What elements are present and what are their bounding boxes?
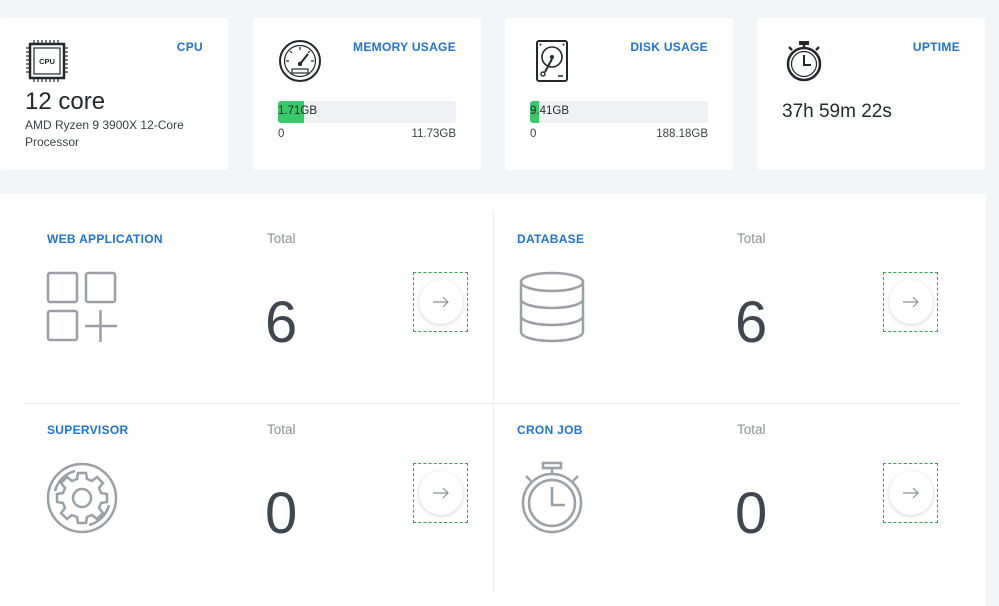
cron-job-open-button[interactable] [883,463,938,523]
cron-job-card: CRON JOB Total 0 [495,385,938,575]
database-title: DATABASE [517,232,585,246]
gauge-icon [279,40,321,82]
disk-usage-bar: 9.41GB [530,101,708,123]
arrow-right-icon [432,487,449,499]
memory-usage-bar: 1.71GB [278,101,456,123]
web-application-open-circle [418,280,463,324]
web-application-card: WEB APPLICATION Total 6 [25,194,468,384]
disk-max: 188.18GB [656,128,708,140]
disk-used: 9.41GB [530,105,569,117]
web-application-title: WEB APPLICATION [47,232,163,246]
cpu-title: CPU [176,40,203,54]
cron-job-title: CRON JOB [517,423,583,437]
uptime-value: 37h 59m 22s [782,101,892,122]
cpu-model: AMD Ryzen 9 3900X 12-Core Processor [25,118,184,149]
cpu-card: CPU CPU 12 core AMD Ryzen 9 3900X 12-Cor… [0,18,228,170]
web-application-open-button[interactable] [413,272,468,332]
memory-title: MEMORY USAGE [353,40,456,54]
arrow-right-icon [902,296,919,308]
supervisor-card: SUPERVISOR Total 0 [25,385,468,575]
cron-job-total-label: Total [737,422,766,437]
arrow-right-icon [432,296,449,308]
stopwatch-icon [786,41,822,82]
supervisor-title: SUPERVISOR [47,423,129,437]
database-icon [519,271,585,343]
memory-card: MEMORY USAGE 1.71GB 0 11.73GB [253,18,481,170]
supervisor-open-circle [418,471,463,515]
services-panel: WEB APPLICATION Total 6 DATABASE Total 6 [0,194,986,606]
supervisor-open-button[interactable] [413,463,468,523]
memory-used: 1.71GB [278,105,317,117]
cpu-cores: 12 core [25,88,106,115]
database-open-circle [888,280,933,324]
disk-card: DISK USAGE 9.41GB 0 188.18GB [505,18,733,170]
database-total-label: Total [737,231,766,246]
gear-icon [46,462,118,534]
memory-max: 11.73GB [411,128,456,140]
disk-title: DISK USAGE [630,40,708,54]
uptime-card: UPTIME 37h 59m 22s [757,18,985,170]
database-open-button[interactable] [883,272,938,332]
cron-job-open-circle [888,471,933,515]
hard-disk-icon [536,40,568,82]
apps-add-icon [46,271,117,342]
cron-job-count: 0 [735,481,768,546]
memory-min: 0 [278,128,285,140]
supervisor-total-label: Total [267,422,296,437]
database-count: 6 [735,290,768,355]
web-application-count: 6 [265,290,298,355]
web-application-total-label: Total [267,231,296,246]
cpu-chip-label: CPU [39,57,55,66]
panel-divider-vertical [493,212,494,592]
database-card: DATABASE Total 6 [495,194,938,384]
disk-min: 0 [530,128,537,140]
stopwatch-icon [521,461,583,534]
supervisor-count: 0 [265,481,298,546]
cpu-icon: CPU [26,40,68,82]
uptime-title: UPTIME [912,40,960,54]
arrow-right-icon [902,487,919,499]
